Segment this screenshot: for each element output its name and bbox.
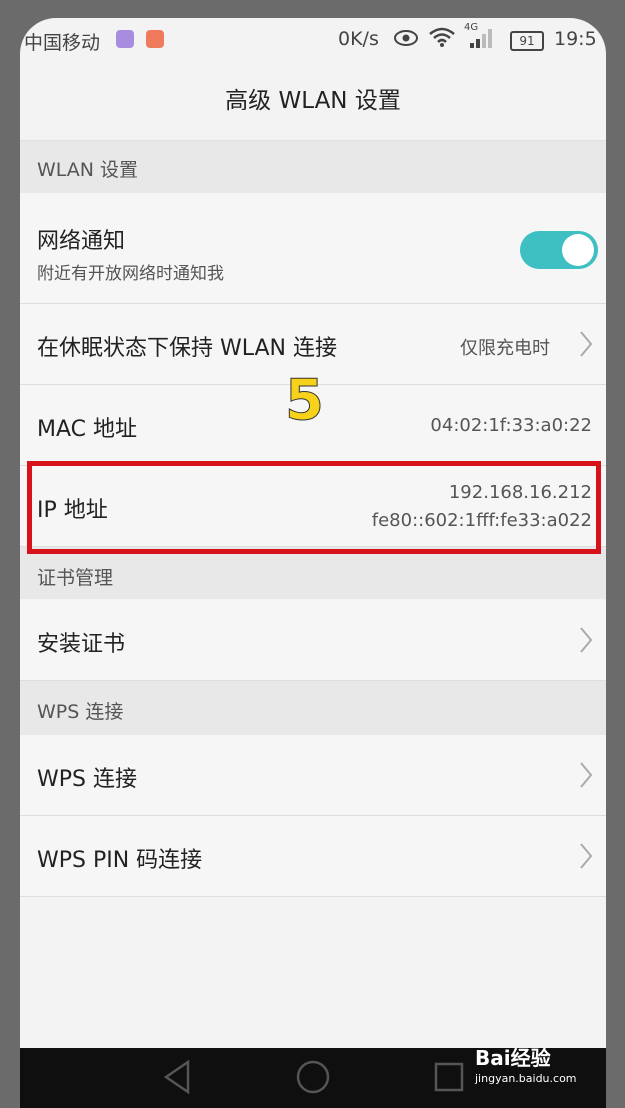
install-cert-label: 安装证书	[37, 632, 126, 657]
section-label: WLAN 设置	[37, 159, 139, 181]
mac-address-label: MAC 地址	[37, 417, 137, 442]
status-bar: 中国移动 0K/s 4G 91 19:5	[20, 18, 606, 62]
section-cert-management: 证书管理	[20, 547, 606, 599]
network-notify-toggle[interactable]	[520, 231, 598, 269]
ip-address-highlight-box	[27, 461, 601, 554]
wps-pin-connect-label: WPS PIN 码连接	[37, 848, 203, 873]
step-number: 5	[285, 368, 325, 434]
section-label: 证书管理	[37, 567, 114, 589]
network-type: 4G	[464, 22, 479, 33]
network-notify-description: 附近有开放网络时通知我	[37, 264, 224, 284]
watermark-brand: Bai经验	[475, 1046, 551, 1070]
mac-address-value: 04:02:1f:33:a0:22	[430, 415, 592, 436]
sleep-keep-wlan-label: 在休眠状态下保持 WLAN 连接	[37, 336, 338, 361]
eye-comfort-icon	[393, 28, 419, 53]
wps-pin-connect-row[interactable]: WPS PIN 码连接	[20, 816, 606, 897]
sleep-keep-wlan-value: 仅限充电时	[460, 338, 550, 359]
cellular-signal-icon: 4G	[464, 22, 496, 55]
record-notification-icon	[146, 30, 164, 48]
network-notify-label: 网络通知	[37, 229, 126, 254]
baidu-jingyan-watermark: Bai经验 jingyan.baidu.com	[475, 1042, 577, 1085]
wps-connect-label: WPS 连接	[37, 767, 137, 792]
chevron-right-icon	[579, 842, 593, 874]
network-notify-row[interactable]: 网络通知 附近有开放网络时通知我	[20, 193, 606, 304]
phone-screen: 中国移动 0K/s 4G 91 19:5 高级 WLAN 设置 WLAN 设置 …	[20, 18, 606, 1108]
wifi-icon	[428, 26, 456, 53]
network-speed: 0K/s	[338, 28, 379, 50]
carrier-name: 中国移动	[24, 32, 101, 54]
install-cert-row[interactable]: 安装证书	[20, 600, 606, 681]
home-icon[interactable]	[294, 1058, 332, 1100]
chevron-right-icon	[579, 626, 593, 658]
section-label: WPS 连接	[37, 701, 124, 723]
wps-connect-row[interactable]: WPS 连接	[20, 735, 606, 816]
chevron-right-icon	[579, 761, 593, 793]
app-notification-icon	[116, 30, 134, 48]
recents-icon[interactable]	[432, 1058, 466, 1100]
section-wps: WPS 连接	[20, 681, 606, 735]
section-wlan-settings: WLAN 设置	[20, 141, 606, 193]
clock: 19:5	[554, 28, 597, 50]
watermark-url: jingyan.baidu.com	[475, 1072, 577, 1085]
back-icon[interactable]	[160, 1058, 194, 1100]
page-title: 高级 WLAN 设置	[20, 62, 606, 141]
toggle-knob	[562, 234, 594, 266]
battery-indicator: 91	[510, 31, 544, 51]
chevron-right-icon	[579, 330, 593, 362]
